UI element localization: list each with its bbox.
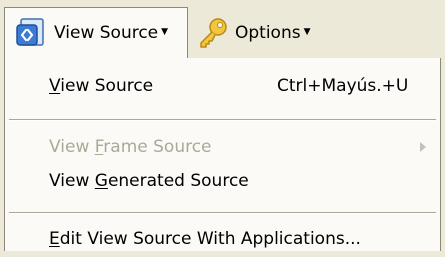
view-source-dropdown-menu: View Source Ctrl+Mayús.+U View Frame Sou… [4,58,441,251]
menu-item-label: View Frame Source [49,137,212,157]
submenu-arrow-icon [420,142,426,152]
dropdown-caret-icon: ▼ [161,27,169,37]
menu-item-edit-view-source-with-applications[interactable]: Edit View Source With Applications... [5,221,440,257]
menu-item-label: View Source [49,76,154,96]
dropdown-caret-icon: ▼ [303,26,311,37]
menu-separator [9,119,436,121]
options-toolbar-label: Options [235,22,301,43]
key-icon [200,17,227,48]
menu-item-view-frame-source: View Frame Source [5,129,440,165]
menu-item-view-generated-source[interactable]: View Generated Source [5,163,440,199]
menu-item-shortcut: Ctrl+Mayús.+U [277,76,409,96]
menu-separator [9,212,436,214]
view-source-icon [16,18,44,46]
options-toolbar-button[interactable]: Options ▼ [192,7,342,58]
view-source-toolbar-label: View Source [54,23,159,43]
view-source-toolbar-button[interactable]: View Source ▼ [4,7,188,58]
menu-item-label: View Generated Source [49,171,249,191]
toolbar: View Source ▼ Options ▼ [0,0,445,63]
menu-item-label: Edit View Source With Applications... [49,229,361,249]
menu-item-view-source[interactable]: View Source Ctrl+Mayús.+U [5,68,440,104]
